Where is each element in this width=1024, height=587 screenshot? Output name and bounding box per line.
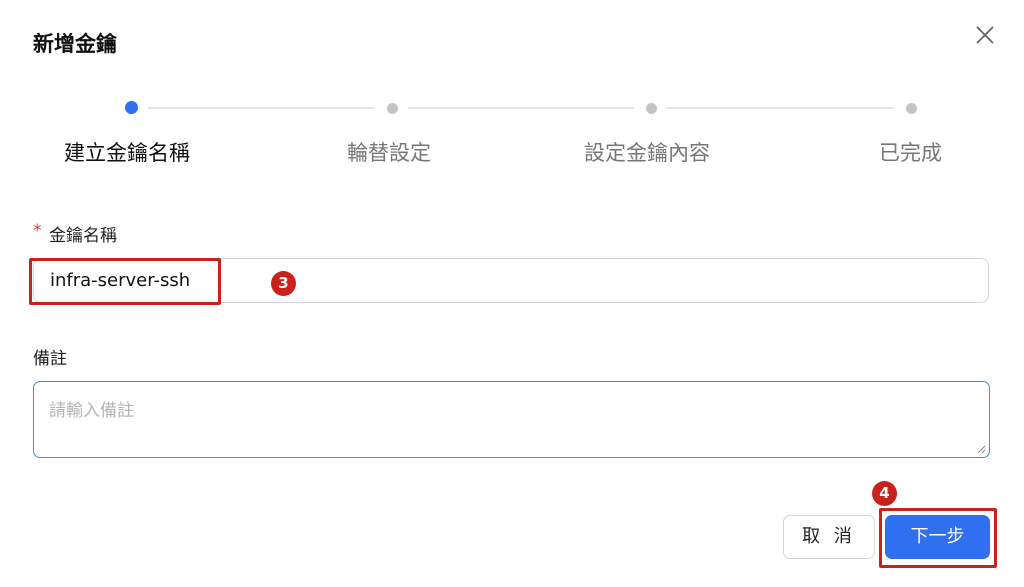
- stepper: 建立金鑰名稱 輪替設定 設定金鑰內容 已完成: [0, 95, 1024, 175]
- step-dot-2: [387, 103, 398, 114]
- note-placeholder: 請輸入備註: [49, 401, 134, 421]
- required-mark: *: [33, 221, 42, 241]
- step-label-rotation: 輪替設定: [347, 141, 431, 165]
- key-name-label: 金鑰名稱: [49, 226, 117, 246]
- step-dot-3: [646, 103, 657, 114]
- annotation-highlight-input: [29, 258, 221, 305]
- step-connector-2: [408, 107, 634, 109]
- close-icon[interactable]: [972, 22, 998, 48]
- cancel-button[interactable]: 取 消: [783, 515, 875, 559]
- resize-handle-icon[interactable]: [976, 444, 986, 454]
- dialog-title: 新增金鑰: [33, 32, 117, 56]
- step-connector-3: [667, 107, 893, 109]
- step-dot-4: [906, 103, 917, 114]
- step-label-done: 已完成: [879, 141, 942, 165]
- note-textarea[interactable]: [33, 381, 990, 458]
- step-dot-1: [125, 101, 138, 114]
- step-label-key-content: 設定金鑰內容: [584, 141, 710, 165]
- annotation-badge-4: 4: [872, 481, 897, 506]
- note-label: 備註: [33, 349, 67, 369]
- create-key-dialog: 新增金鑰 建立金鑰名稱 輪替設定 設定金鑰內容 已完成 * 金鑰名稱 infra…: [0, 0, 1024, 587]
- step-connector-1: [148, 107, 374, 109]
- annotation-highlight-next: [879, 508, 997, 568]
- annotation-badge-3: 3: [271, 271, 296, 296]
- step-label-create-name: 建立金鑰名稱: [64, 141, 190, 165]
